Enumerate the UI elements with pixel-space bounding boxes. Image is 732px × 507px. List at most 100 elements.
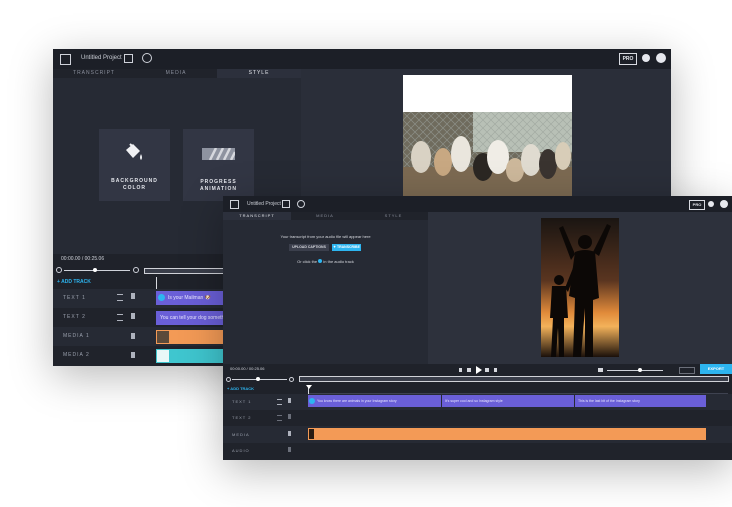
user-avatar-icon[interactable] [656, 53, 666, 63]
card-label-line2: COLOR [122, 185, 147, 191]
history-icon[interactable] [142, 53, 152, 63]
pro-badge[interactable]: PRO [619, 53, 637, 65]
export-button[interactable]: EXPORT [700, 364, 732, 374]
tab-style[interactable]: STYLE [359, 213, 428, 218]
timecode: 00:00.00 / 00:25.06 [230, 366, 265, 371]
menu-icon[interactable] [230, 200, 239, 209]
zoom-out-icon[interactable] [56, 267, 62, 273]
back-canvas-white [403, 75, 572, 112]
track-label: MEDIA 1 [63, 333, 90, 339]
skip-end-icon[interactable] [494, 368, 497, 372]
pro-badge[interactable]: PRO [689, 200, 705, 210]
media-thumbnail [157, 350, 169, 362]
text-clip[interactable]: This is the last bit of the Instagram st… [575, 395, 706, 407]
add-track-button[interactable]: + ADD TRACK [227, 386, 254, 391]
track-settings-icon[interactable] [117, 294, 123, 301]
trash-icon[interactable] [131, 293, 135, 299]
tab-style[interactable]: STYLE [217, 69, 301, 78]
track-settings-icon[interactable] [277, 415, 282, 421]
silhouette-sunset-photo [541, 218, 619, 357]
track-label: TEXT 2 [232, 415, 252, 420]
trash-icon[interactable] [288, 398, 291, 403]
zoom-out-icon[interactable] [226, 377, 231, 382]
zoom-slider-handle[interactable] [256, 377, 260, 381]
upload-captions-button[interactable]: UPLOAD CAPTIONS [289, 244, 329, 251]
track-label: AUDIO [232, 448, 250, 453]
project-title[interactable]: Untitled Project [81, 55, 122, 61]
track-label: TEXT 1 [63, 295, 86, 301]
text-clip[interactable]: You know there are animals in your Insta… [308, 395, 441, 407]
volume-icon[interactable] [598, 368, 603, 372]
track-settings-icon[interactable] [117, 314, 123, 321]
track-label: TEXT 2 [63, 314, 86, 320]
clip-text: It's super cool and so Instagram style [445, 399, 503, 403]
add-track-button[interactable]: + ADD TRACK [57, 279, 91, 285]
add-icon[interactable] [309, 398, 315, 404]
history-icon[interactable] [297, 200, 305, 208]
fast-forward-icon[interactable] [485, 368, 489, 372]
user-avatar-icon[interactable] [720, 200, 728, 208]
settings-icon[interactable] [679, 367, 695, 374]
text-clip[interactable]: It's super cool and so Instagram style [442, 395, 574, 407]
progress-stripes-icon [202, 148, 235, 160]
track-row [223, 410, 732, 426]
track-settings-icon[interactable] [277, 399, 282, 405]
track-row [223, 443, 732, 460]
transcript-panel: Your transcript from your audio file wil… [223, 220, 428, 364]
progress-animation-card[interactable]: PROGRESS ANIMATION [183, 129, 254, 201]
timecode: 00:00.00 / 00:25.06 [61, 256, 105, 262]
tab-transcript[interactable]: TRANSCRIPT [223, 212, 291, 220]
volume-slider[interactable] [607, 370, 663, 371]
front-tabs: TRANSCRIPT MEDIA STYLE [223, 212, 428, 220]
add-icon[interactable] [158, 294, 165, 301]
menu-icon[interactable] [60, 54, 71, 65]
media-clip[interactable] [308, 428, 706, 440]
project-title[interactable]: Untitled Project [247, 201, 281, 207]
background-color-card[interactable]: BACKGROUND COLOR [99, 129, 170, 201]
trash-icon[interactable] [131, 352, 135, 358]
zoom-slider-handle[interactable] [93, 268, 97, 272]
back-topbar: Untitled Project PRO [53, 49, 671, 69]
trash-icon[interactable] [288, 414, 291, 419]
track-label: MEDIA [232, 432, 250, 437]
zoom-in-icon[interactable] [133, 267, 139, 273]
play-icon[interactable] [476, 366, 482, 374]
clip-text: You know there are animals in your Insta… [317, 399, 397, 403]
tab-transcript[interactable]: TRANSCRIPT [53, 70, 135, 76]
front-topbar: Untitled Project PRO [223, 196, 732, 212]
or-click-text-end: in the audio track [323, 259, 354, 264]
share-icon[interactable] [282, 200, 290, 208]
trash-icon[interactable] [131, 313, 135, 319]
tab-media[interactable]: MEDIA [135, 70, 217, 76]
track-label: MEDIA 2 [63, 352, 90, 358]
or-click-text: Or click the in the audio track [223, 259, 428, 264]
front-window: Untitled Project PRO TRANSCRIPT MEDIA ST… [223, 196, 732, 460]
share-icon[interactable] [124, 54, 133, 63]
rewind-icon[interactable] [467, 368, 471, 372]
card-label-line2: ANIMATION [200, 186, 237, 192]
track-label: TEXT 1 [232, 399, 252, 404]
timeline-scrollbar[interactable] [144, 268, 226, 274]
transcribe-button[interactable]: ✦ TRANSCRIBE [332, 244, 361, 251]
volume-slider-handle[interactable] [638, 368, 642, 372]
or-click-text-start: Or click the [297, 259, 318, 264]
add-icon [318, 259, 323, 263]
trash-icon[interactable] [288, 447, 291, 452]
playhead-marker[interactable] [306, 385, 312, 389]
transcript-message: Your transcript from your audio file wil… [280, 234, 371, 239]
help-icon[interactable] [708, 201, 714, 207]
zoom-in-icon[interactable] [289, 377, 294, 382]
dogs-behind-fence-photo [403, 112, 572, 197]
timeline-ruler [308, 387, 728, 394]
card-label-line1: PROGRESS [200, 179, 237, 185]
trash-icon[interactable] [288, 431, 291, 436]
tab-media[interactable]: MEDIA [291, 213, 359, 218]
timeline-scrollbar[interactable] [299, 376, 729, 382]
skip-start-icon[interactable] [459, 368, 462, 372]
trash-icon[interactable] [131, 333, 135, 339]
zoom-slider[interactable] [64, 270, 130, 271]
clip-text: Is your Mailman 🐶 [168, 295, 211, 301]
help-icon[interactable] [642, 54, 650, 62]
paint-bucket-icon [126, 143, 142, 160]
back-tabs: TRANSCRIPT MEDIA STYLE [53, 69, 301, 78]
